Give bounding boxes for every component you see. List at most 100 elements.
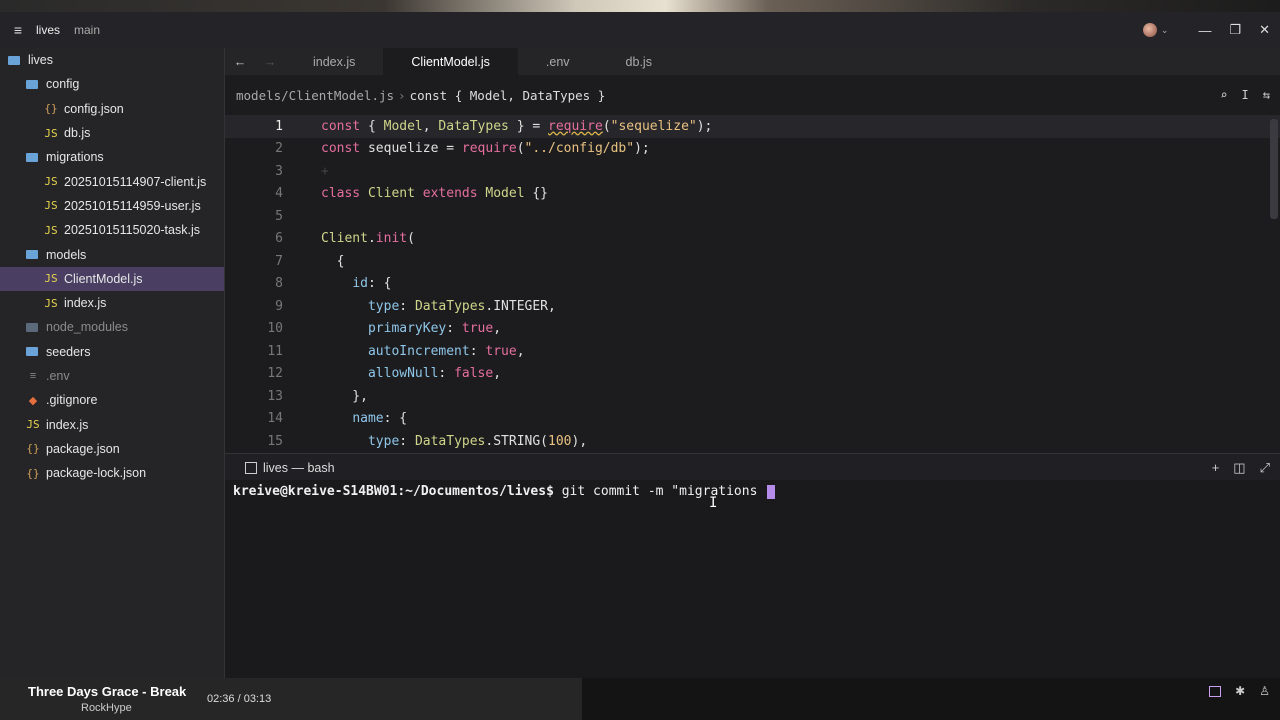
tree-item-file[interactable]: ◆ .gitignore xyxy=(0,388,224,412)
breadcrumb-symbol[interactable]: const { Model, DataTypes } xyxy=(410,88,606,103)
code-text: autoIncrement: true, xyxy=(367,343,525,359)
tree-item-folder[interactable]: node_modules xyxy=(0,315,224,339)
code-text: type: DataTypes.INTEGER, xyxy=(367,298,556,314)
media-artist: RockHype xyxy=(81,702,132,714)
js-file-icon: JS xyxy=(44,296,58,310)
tree-item-label: .env xyxy=(46,369,70,383)
branch-name[interactable]: main xyxy=(74,23,100,37)
folder-icon xyxy=(26,322,38,332)
tab-env[interactable]: .env xyxy=(518,48,598,75)
terminal-command[interactable]: git commit -m "migrations xyxy=(554,484,765,499)
tree-item-file[interactable]: {} package-lock.json xyxy=(0,461,224,485)
line-number: 5 xyxy=(275,208,283,224)
tree-item-folder[interactable]: config xyxy=(0,72,224,96)
media-song-title: Three Days Grace - Break xyxy=(28,684,187,699)
code-editor[interactable]: 1 const { Model, DataTypes } = require("s… xyxy=(225,115,1280,453)
code-line: 3 + xyxy=(225,160,1280,183)
project-tree: lives config {} config.json JS db.js migra… xyxy=(0,48,225,678)
debug-icon[interactable]: ✱ xyxy=(1235,684,1245,698)
panel-icon[interactable] xyxy=(1209,685,1222,697)
tree-item-folder[interactable]: seeders xyxy=(0,340,224,364)
tree-item-label: index.js xyxy=(64,296,107,311)
line-number: 4 xyxy=(275,186,283,202)
tree-item-label: config xyxy=(46,77,80,92)
line-number: 6 xyxy=(275,231,283,247)
filter-icon[interactable]: ⇆ xyxy=(1263,88,1270,102)
avatar-icon xyxy=(1142,23,1157,37)
tab-db-js[interactable]: db.js xyxy=(598,48,680,75)
tree-item-file[interactable]: JS 20251015114907-client.js xyxy=(0,169,224,193)
json-file-icon: {} xyxy=(44,102,58,116)
tree-item-file[interactable]: ≡ .env xyxy=(0,364,224,388)
tree-item-label: lives xyxy=(28,53,54,68)
editor-scrollbar[interactable] xyxy=(1270,119,1278,219)
line-number: 3 xyxy=(275,163,283,179)
code-line: 13 }, xyxy=(225,385,1280,408)
line-number: 12 xyxy=(267,366,283,382)
maximize-icon[interactable]: ⤢ xyxy=(1260,460,1270,476)
titlebar: ≡ lives main ⌄ — ❐ ✕ xyxy=(0,12,1280,48)
tree-item-file[interactable]: JS index.js xyxy=(0,291,224,315)
forward-icon[interactable]: → xyxy=(255,55,285,69)
add-terminal-icon[interactable]: + xyxy=(1212,460,1220,475)
tree-item-file-selected[interactable]: JS ClientModel.js xyxy=(0,266,224,291)
json-file-icon: {} xyxy=(26,466,40,480)
folder-icon xyxy=(26,152,38,162)
tree-item-file[interactable]: {} config.json xyxy=(0,97,224,121)
tree-item-file[interactable]: JS index.js xyxy=(0,412,224,436)
tab-index-js[interactable]: index.js xyxy=(285,48,383,75)
breadcrumb-separator: › xyxy=(398,87,406,103)
code-text: id: { xyxy=(352,276,392,292)
tree-item-file[interactable]: JS 20251015115020-task.js xyxy=(0,218,224,242)
tree-item-label: migrations xyxy=(46,150,104,165)
js-file-icon: JS xyxy=(44,199,58,213)
git-file-icon: ◆ xyxy=(28,394,38,407)
terminal-tab[interactable]: lives — bash xyxy=(245,461,335,475)
tab-clientmodel-js[interactable]: ClientModel.js xyxy=(383,48,518,75)
tree-item-label: 20251015115020-task.js xyxy=(64,223,200,238)
wallpaper-strip xyxy=(0,0,1280,12)
search-icon[interactable]: ⌕ xyxy=(1220,88,1227,102)
code-text: { xyxy=(321,253,345,269)
close-button[interactable]: ✕ xyxy=(1259,22,1270,38)
code-line: 6 Client.init( xyxy=(225,228,1280,251)
terminal-icon xyxy=(245,461,257,474)
line-number: 2 xyxy=(275,141,283,157)
line-number: 8 xyxy=(275,276,283,292)
line-number: 9 xyxy=(275,298,283,314)
person-icon[interactable]: ♙ xyxy=(1259,684,1270,698)
code-text: }, xyxy=(321,388,368,404)
menu-icon[interactable]: ≡ xyxy=(0,22,36,38)
media-overlay: Three Days Grace - Break RockHype 02:36 … xyxy=(0,678,582,720)
project-name[interactable]: lives xyxy=(36,23,60,37)
breadcrumb-path[interactable]: models/ClientModel.js xyxy=(236,88,394,103)
json-file-icon: {} xyxy=(26,442,40,456)
folder-icon xyxy=(26,347,38,357)
minimize-button[interactable]: — xyxy=(1198,23,1211,38)
text-cursor-icon[interactable]: I xyxy=(1242,88,1249,102)
terminal-panel[interactable]: kreive@kreive-S14BW01:~/Documentos/lives… xyxy=(225,480,1280,678)
code-text: allowNull: false, xyxy=(367,366,502,382)
tree-item-label: 20251015114907-client.js xyxy=(64,174,207,189)
js-file-icon: JS xyxy=(44,272,58,286)
back-icon[interactable]: ← xyxy=(225,55,255,69)
ibeam-cursor-icon: I xyxy=(709,495,718,511)
tree-item-file[interactable]: {} package.json xyxy=(0,437,224,461)
code-line: 2 const sequelize = require("../config/db… xyxy=(225,138,1280,161)
tree-item-folder[interactable]: migrations xyxy=(0,145,224,169)
tree-item-label: seeders xyxy=(46,344,91,359)
line-number: 15 xyxy=(267,433,283,449)
terminal-line: kreive@kreive-S14BW01:~/Documentos/lives… xyxy=(233,484,776,499)
user-avatar[interactable]: ⌄ xyxy=(1142,23,1168,37)
tree-item-root[interactable]: lives xyxy=(0,48,224,72)
line-number: 10 xyxy=(267,321,283,337)
tree-item-file[interactable]: JS 20251015114959-user.js xyxy=(0,194,224,218)
js-file-icon: JS xyxy=(26,418,40,432)
code-line: 8 id: { xyxy=(225,273,1280,296)
restore-button[interactable]: ❐ xyxy=(1229,22,1241,38)
code-text: const { Model, DataTypes } = require("se… xyxy=(321,118,713,134)
split-pane-icon[interactable]: ◫ xyxy=(1233,460,1245,476)
tree-item-file[interactable]: JS db.js xyxy=(0,121,224,145)
tree-item-folder[interactable]: models xyxy=(0,242,224,266)
tree-item-label: package-lock.json xyxy=(46,466,147,481)
